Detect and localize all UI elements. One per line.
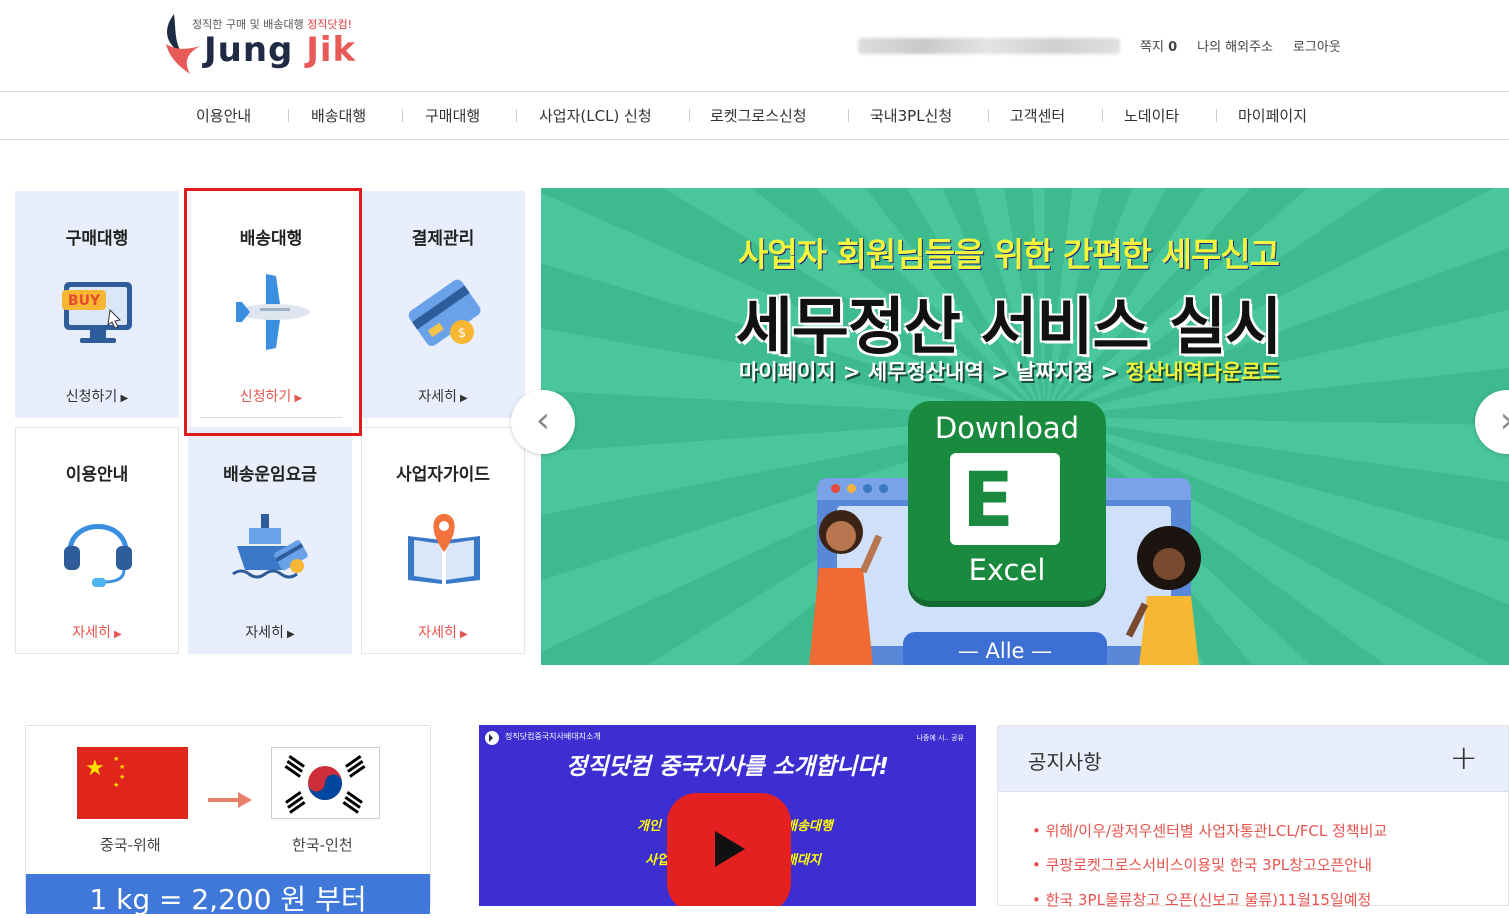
nav-separator (848, 109, 849, 122)
svg-text:★: ★ (119, 773, 125, 781)
nav-item-3pl[interactable]: 국내3PL신청 (870, 105, 952, 126)
headset-icon (64, 524, 132, 587)
tile-shipping-rates[interactable]: 배송운임요금 자세히 (188, 427, 352, 654)
logo-name: Jung Jik (204, 30, 357, 70)
nav-item-nodata[interactable]: 노데이타 (1124, 105, 1179, 126)
tile-title: 배송운임요금 (223, 465, 317, 485)
promo-banner[interactable]: 사업자 회원님들을 위한 간편한 세무신고 세무정산 서비스 실시 마이페이지 … (541, 188, 1509, 665)
tile-link[interactable]: 자세히 (362, 622, 524, 642)
route-price: 1 kg = 2,200 원 부터 (26, 874, 430, 916)
credit-card-icon: $ (408, 279, 481, 347)
nav-separator (1102, 109, 1103, 122)
carousel-prev-arrow[interactable]: ‹ (511, 390, 575, 454)
nav-item-mypage[interactable]: 마이페이지 (1238, 105, 1307, 126)
nav-item-guide[interactable]: 이용안내 (196, 105, 251, 126)
my-address-link[interactable]: 나의 해외주소 (1197, 36, 1273, 55)
arrow-right-icon (208, 792, 252, 808)
video-text: 개인 (637, 819, 661, 834)
korea-flag-icon (271, 747, 380, 819)
video-text: 배송대행 (785, 819, 833, 834)
tile-title: 이용안내 (65, 465, 129, 485)
woman-illustration (809, 510, 883, 665)
notice-item[interactable]: 쿠팡로켓그로스서비스이용및 한국 3PL창고오픈안내 (1032, 854, 1372, 875)
blurred-user-info (858, 37, 1120, 54)
tile-title: 사업자가이드 (396, 465, 490, 485)
notice-header: 공지사항 + (998, 726, 1508, 792)
map-book-icon (408, 514, 480, 584)
tile-title: 구매대행 (65, 229, 129, 249)
nav-separator (689, 109, 690, 122)
video-player[interactable]: 정직닷컴중국지사배대지소개 나중에 시.. 공유 정직닷컴 중국지사를 소개합니… (479, 725, 976, 906)
excel-download-icon: Download E Excel (908, 401, 1106, 601)
china-flag-icon: ★ ★ ★ ★ ★ (77, 747, 188, 819)
buy-monitor-icon: BUY (62, 282, 132, 343)
nav-separator (516, 109, 517, 122)
channel-avatar-icon (485, 731, 499, 745)
nav-item-rocket-growth[interactable]: 로켓그로스신청 (710, 105, 807, 126)
svg-text:★: ★ (113, 781, 119, 789)
tile-link[interactable]: 자세히 (16, 622, 178, 642)
svg-text:★: ★ (85, 756, 105, 781)
nav-item-purchase[interactable]: 구매대행 (425, 105, 480, 126)
notice-panel: 공지사항 + 위해/이우/광저우센터별 사업자통관LCL/FCL 정책비교 쿠팡… (997, 725, 1509, 909)
nav-item-customer-center[interactable]: 고객센터 (1010, 105, 1065, 126)
tile-purchase[interactable]: 구매대행 BUY 신청하기 (15, 191, 179, 418)
video-channel-title: 정직닷컴중국지사배대지소개 (505, 732, 601, 741)
tile-link[interactable]: 자세히 (362, 386, 524, 406)
svg-text:★: ★ (119, 763, 125, 771)
notice-more-plus-icon[interactable]: + (1450, 738, 1479, 778)
nav-separator (988, 109, 989, 122)
woman-illustration-2 (1125, 526, 1201, 665)
tile-business-guide[interactable]: 사업자가이드 자세히 (361, 427, 525, 654)
message-link[interactable]: 쪽지 0 (1140, 36, 1177, 55)
youtube-play-icon[interactable] (667, 793, 791, 906)
svg-text:$: $ (458, 326, 466, 341)
banner-path: 마이페이지 > 세무정산내역 > 날짜지정 > 정산내역다운로드 (739, 360, 1281, 384)
notice-item[interactable]: 한국 3PL물류창고 오픈(신보고 물류)11월15일예정 (1032, 889, 1372, 910)
selection-highlight (184, 188, 362, 436)
top-links: 쪽지 0 나의 해외주소 로그아웃 (858, 36, 1341, 55)
ship-card-icon (232, 514, 308, 579)
tile-link[interactable]: 자세히 (189, 622, 351, 642)
tile-guide[interactable]: 이용안내 자세히 (15, 427, 179, 654)
svg-text:BUY: BUY (68, 293, 101, 309)
tile-title: 결제관리 (411, 229, 475, 249)
video-text: 사업 (645, 853, 669, 868)
video-headline: 정직닷컴 중국지사를 소개합니다! (566, 754, 889, 780)
route-from: 중국-위해 (100, 836, 161, 854)
main-nav: 이용안내 배송대행 구매대행 사업자(LCL) 신청 로켓그로스신청 국내3PL… (0, 92, 1509, 140)
notice-title: 공지사항 (1028, 750, 1102, 774)
route-card[interactable]: ★ ★ ★ ★ ★ 중국-위해 한국-인천 1 kg = 2,200 원 부터 (25, 725, 431, 916)
nav-separator (1216, 109, 1217, 122)
tile-link[interactable]: 신청하기 (16, 386, 178, 406)
nav-separator (288, 109, 289, 122)
site-header: 정직한 구매 및 배송대행 정직닷컴! Jung Jik 쪽지 0 나의 해외주… (0, 0, 1509, 92)
nav-item-lcl[interactable]: 사업자(LCL) 신청 (539, 105, 652, 126)
nav-item-shipping[interactable]: 배송대행 (311, 105, 366, 126)
banner-title: 세무정산 서비스 실시 (735, 290, 1283, 363)
tile-payment[interactable]: 결제관리 $ 자세히 (361, 191, 525, 418)
banner-subtitle: 사업자 회원님들을 위한 간편한 세무신고 (737, 235, 1280, 274)
nav-separator (402, 109, 403, 122)
site-logo[interactable]: 정직한 구매 및 배송대행 정직닷컴! Jung Jik (160, 8, 370, 78)
svg-text:★: ★ (113, 755, 119, 763)
alle-button-illustration: — Alle — (903, 632, 1107, 665)
route-to: 한국-인천 (292, 836, 353, 854)
logout-link[interactable]: 로그아웃 (1293, 36, 1341, 55)
video-side-actions[interactable]: 나중에 시.. 공유 (916, 733, 964, 743)
notice-item[interactable]: 위해/이우/광저우센터별 사업자통관LCL/FCL 정책비교 (1032, 820, 1388, 841)
